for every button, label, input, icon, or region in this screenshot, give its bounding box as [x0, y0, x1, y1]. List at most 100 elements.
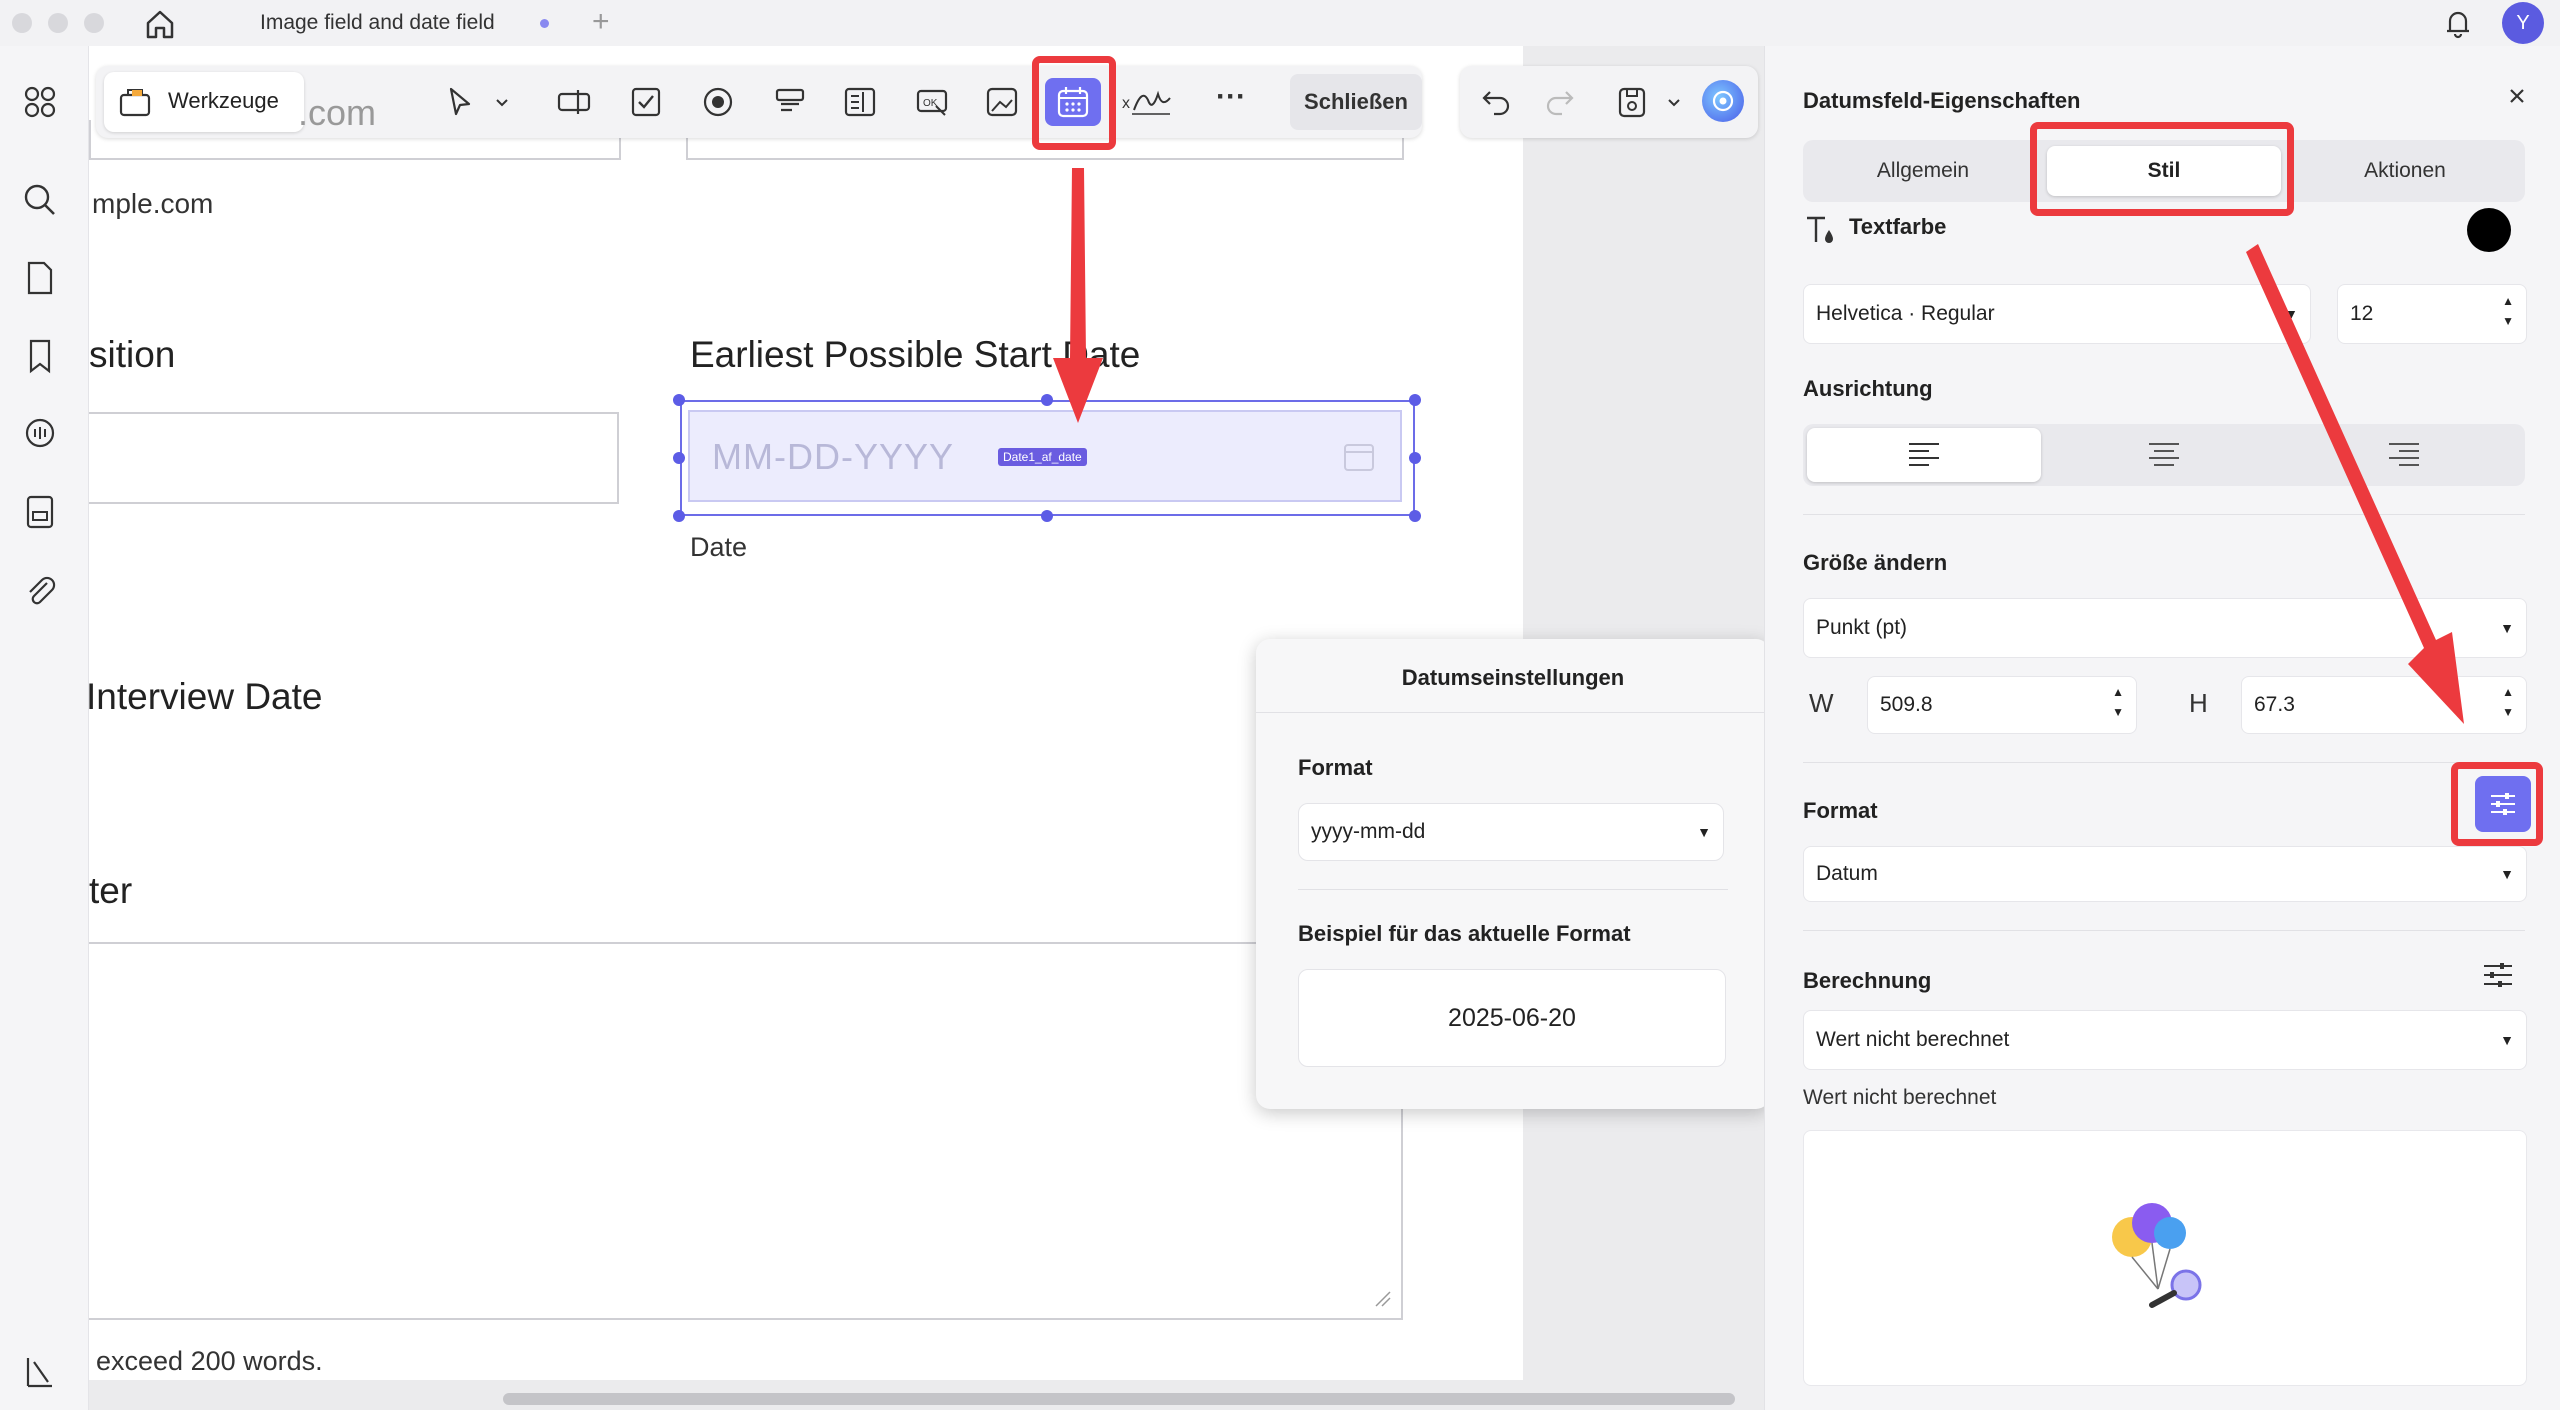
width-label: W	[1809, 688, 1834, 718]
chevron-down-icon: ▼	[1697, 824, 1711, 840]
calendar-small-icon	[1344, 444, 1374, 471]
close-icon[interactable]	[2505, 84, 2529, 108]
window-minimize-dot[interactable]	[48, 13, 68, 33]
redo-icon[interactable]	[1542, 84, 1578, 120]
chevron-down-icon: ▼	[2500, 1032, 2514, 1048]
height-label: H	[2189, 688, 2208, 718]
resize-handle[interactable]	[1409, 452, 1421, 464]
cover-letter-textarea[interactable]	[89, 942, 1403, 1320]
popover-title: Datumseinstellungen	[1401, 665, 1625, 690]
textarea-resize-grip-icon[interactable]	[1372, 1288, 1392, 1308]
chevron-down-icon[interactable]	[494, 94, 510, 110]
save-icon[interactable]	[1614, 84, 1650, 120]
text-color-label: Textfarbe	[1849, 214, 1947, 239]
calculation-label: Berechnung	[1803, 968, 1932, 993]
pointer-icon[interactable]	[442, 84, 478, 120]
width-value: 509.8	[1880, 693, 1933, 716]
font-select[interactable]: Helvetica · Regular ▼	[1803, 284, 2311, 344]
search-icon[interactable]	[20, 180, 60, 220]
stepper-arrows-icon[interactable]: ▲ ▼	[2112, 682, 2124, 722]
date-format-select[interactable]: yyyy-mm-dd ▼	[1298, 803, 1724, 861]
undo-icon[interactable]	[1478, 84, 1514, 120]
ai-assistant-icon[interactable]	[1702, 80, 1744, 122]
calculation-select[interactable]: Wert nicht berechnet ▼	[1803, 1010, 2527, 1070]
field-name-tag: Date1_af_date	[998, 448, 1087, 466]
avatar[interactable]: Y	[2502, 2, 2544, 44]
email-example: mple.com	[92, 188, 214, 219]
alignment-label: Ausrichtung	[1803, 376, 1933, 401]
tab-title[interactable]: Image field and date field	[260, 11, 495, 35]
divider	[1298, 889, 1728, 890]
tab-general[interactable]: Allgemein	[1803, 140, 2043, 202]
popover-format-label: Format	[1298, 755, 1373, 780]
checkbox-icon[interactable]	[628, 84, 664, 120]
align-left-button[interactable]	[1807, 428, 2041, 482]
new-tab-button[interactable]: +	[592, 5, 610, 39]
text-color-icon	[1807, 216, 1833, 243]
svg-text:x: x	[1122, 95, 1130, 112]
sidebar-toggle-icon[interactable]	[20, 1352, 60, 1392]
resize-handle[interactable]	[1041, 510, 1053, 522]
resize-handle[interactable]	[1409, 510, 1421, 522]
tools-button[interactable]: Werkzeuge	[104, 72, 304, 132]
bell-icon[interactable]	[2440, 5, 2476, 41]
horizontal-scrollbar[interactable]	[503, 1393, 1735, 1405]
radio-button-icon[interactable]	[700, 84, 736, 120]
date-caption: Date	[690, 532, 748, 562]
align-left-icon	[1909, 443, 1939, 466]
width-stepper[interactable]: 509.8 ▲ ▼	[1867, 676, 2137, 734]
date-settings-popover: Datumseinstellungen Format yyyy-mm-dd ▼ …	[1256, 639, 1770, 1109]
resize-handle[interactable]	[673, 394, 685, 406]
calculation-settings-icon[interactable]	[2481, 958, 2515, 992]
more-options-icon[interactable]: ···	[1216, 80, 1246, 114]
divider	[1256, 712, 1770, 713]
text-field-icon[interactable]	[556, 84, 592, 120]
chevron-down-icon: ▼	[2500, 866, 2514, 882]
divider	[1803, 762, 2525, 763]
home-icon[interactable]	[142, 6, 178, 42]
image-field-icon[interactable]	[984, 84, 1020, 120]
resize-handle[interactable]	[673, 452, 685, 464]
highlight-box-style-tab	[2030, 122, 2294, 216]
grid-apps-icon[interactable]	[20, 82, 60, 122]
tab-actions[interactable]: Aktionen	[2285, 140, 2525, 202]
start-date-field[interactable]: MM-DD-YYYY Date1_af_date	[688, 410, 1402, 502]
format-type-select[interactable]: Datum ▼	[1803, 846, 2527, 902]
calculation-value: Wert nicht berechnet	[1816, 1028, 2010, 1051]
signature-icon[interactable]: x	[1120, 82, 1174, 122]
highlight-box-format-button	[2451, 762, 2543, 846]
resize-handle[interactable]	[1409, 394, 1421, 406]
window-close-dot[interactable]	[12, 13, 32, 33]
format-value: yyyy-mm-dd	[1311, 820, 1426, 843]
close-form-edit-button[interactable]: Schließen	[1290, 74, 1422, 130]
window-zoom-dot[interactable]	[84, 13, 104, 33]
annotation-arrow-down	[1053, 168, 1103, 423]
calculation-empty-state	[1803, 1130, 2527, 1386]
svg-text:OK: OK	[923, 98, 938, 109]
chevron-down-icon[interactable]	[1666, 94, 1682, 110]
example-value: 2025-06-20	[1448, 1004, 1576, 1032]
page-icon[interactable]	[20, 258, 60, 298]
email-fragment: .com	[298, 92, 377, 133]
attachment-icon[interactable]	[20, 570, 60, 610]
position-input[interactable]	[89, 412, 619, 504]
chevron-down-icon: ▼	[2500, 620, 2514, 636]
bookmark-icon[interactable]	[20, 336, 60, 376]
combo-box-icon[interactable]	[772, 84, 808, 120]
stepper-arrows-icon[interactable]: ▲ ▼	[2502, 291, 2514, 331]
stepper-arrows-icon[interactable]: ▲ ▼	[2502, 682, 2514, 722]
tools-label: Werkzeuge	[168, 88, 279, 113]
toolbox-icon	[119, 89, 151, 117]
word-limit-note: exceed 200 words.	[96, 1346, 323, 1376]
format-label: Format	[1803, 798, 1878, 823]
panel-title: Datumsfeld-Eigenschaften	[1803, 88, 2081, 113]
font-value: Helvetica · Regular	[1816, 302, 1995, 325]
button-field-icon[interactable]: OK	[914, 84, 950, 120]
date-placeholder: MM-DD-YYYY	[712, 436, 954, 477]
comment-icon[interactable]	[20, 414, 60, 454]
calculation-text: Wert nicht berechnet	[1803, 1086, 1997, 1109]
resize-handle[interactable]	[673, 510, 685, 522]
balloons-illustration-icon	[2112, 1203, 2202, 1308]
list-box-icon[interactable]	[842, 84, 878, 120]
form-page-icon[interactable]	[20, 492, 60, 532]
